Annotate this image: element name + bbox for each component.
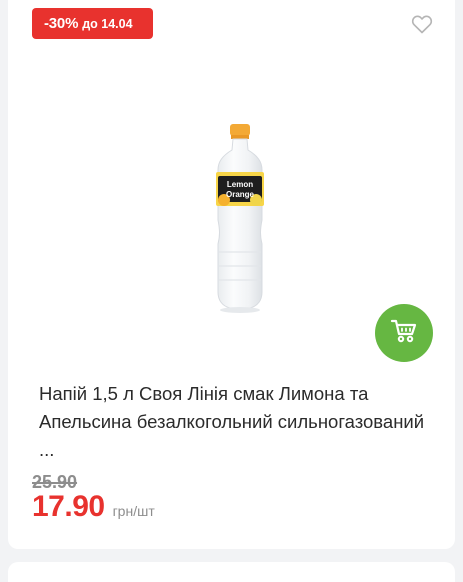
price-row: 17.90 грн/шт <box>32 490 155 524</box>
discount-until: до 14.04 <box>82 16 133 31</box>
current-price: 17.90 <box>32 490 105 523</box>
bottle-label-line1: Lemon <box>227 180 253 189</box>
product-image[interactable]: Lemon Orange <box>200 120 280 320</box>
bottle-label-line2: Orange <box>226 190 255 199</box>
discount-badge: -30% до 14.04 <box>32 8 153 39</box>
price-unit: грн/шт <box>112 503 155 519</box>
add-to-cart-button[interactable] <box>375 304 433 362</box>
shopping-cart-icon <box>390 318 418 349</box>
discount-percent: -30% <box>44 15 79 32</box>
heart-icon[interactable] <box>410 12 434 36</box>
next-product-card[interactable] <box>8 562 455 582</box>
product-title[interactable]: Напій 1,5 л Своя Лінія смак Лимона та Ап… <box>39 380 429 464</box>
